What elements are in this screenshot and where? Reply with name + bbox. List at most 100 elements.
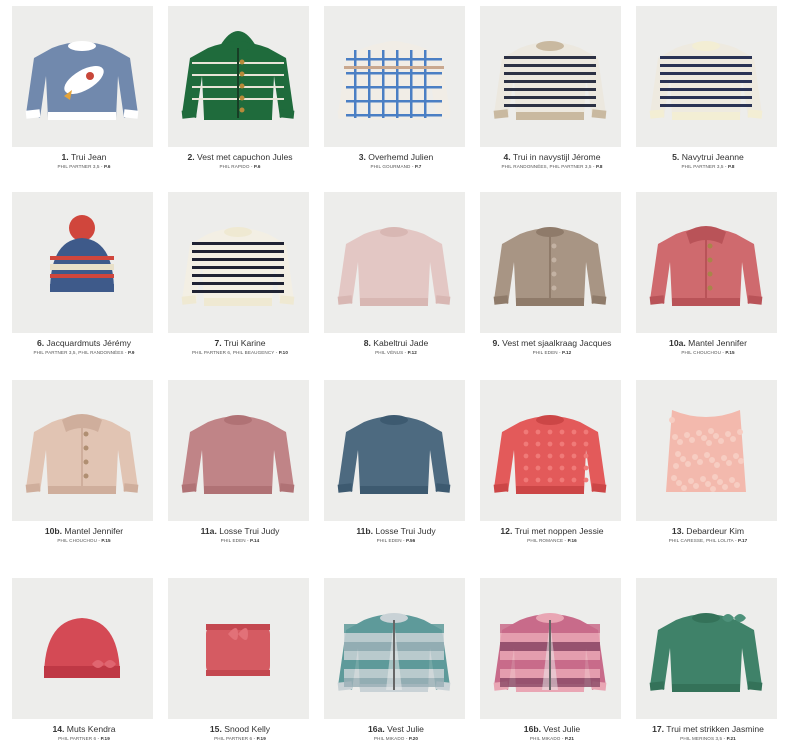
pattern-card[interactable]: 1. Trui Jean PHIL PARTNER 3,5 - P.6	[12, 6, 156, 171]
pattern-yarn: PHIL MERINOS 3,5 - P.21	[680, 736, 736, 741]
pattern-photo[interactable]	[480, 192, 621, 333]
pattern-photo[interactable]	[636, 6, 777, 147]
pattern-card[interactable]: 15. Snood Kelly PHIL PARTNER 6 - P.19	[168, 578, 312, 743]
pattern-card[interactable]: 16b. Vest Julie PHIL MIKADO - P.21	[480, 578, 624, 743]
pattern-title: 13. Debardeur Kim	[636, 526, 780, 537]
pattern-card[interactable]: 10b. Mantel Jennifer PHIL CHOUCHOU - P.15	[12, 380, 156, 545]
pattern-name: Losse Trui Judy	[219, 526, 280, 536]
pattern-number: 11b.	[356, 526, 374, 536]
pattern-card[interactable]: 4. Trui in navystijl Jérome PHIL RANDONNÉ…	[480, 6, 624, 171]
page-ref: P.7	[414, 164, 422, 169]
pattern-title: 9. Vest met sjaalkraag Jacques	[480, 338, 624, 349]
pattern-photo[interactable]	[12, 6, 153, 147]
yarn-name: PHIL MIKADO	[373, 736, 405, 741]
pattern-grid: 1. Trui Jean PHIL PARTNER 3,5 - P.6 2. Ve…	[0, 0, 800, 747]
pattern-photo[interactable]	[636, 380, 777, 521]
pattern-number: 14.	[52, 724, 65, 734]
yarn-name: PHIL VÉNUS	[375, 350, 404, 355]
pattern-number: 17.	[652, 724, 665, 734]
pattern-number: 8.	[363, 338, 371, 348]
pattern-number: 10b.	[44, 526, 63, 536]
page-ref: P.8	[727, 164, 735, 169]
yarn-name: PHIL PARTNER 6, PHIL BEAUGENCY	[192, 350, 275, 355]
pattern-card[interactable]: 6. Jacquardmuts Jérémy PHIL PARTNER 3,5, …	[12, 192, 156, 357]
pattern-yarn: PHIL PARTNER 3,5, PHIL RANDONNÉES - P.9	[33, 350, 135, 355]
pattern-number: 11a.	[200, 526, 217, 536]
pattern-name: Trui met noppen Jessie	[514, 526, 604, 536]
pattern-photo[interactable]	[168, 192, 309, 333]
pattern-title: 5. Navytrui Jeanne	[636, 152, 780, 163]
yarn-name: PHIL RAPIDO	[219, 164, 250, 169]
pattern-photo[interactable]	[324, 192, 465, 333]
pattern-number: 12.	[500, 526, 513, 536]
pattern-title: 7. Trui Karine	[168, 338, 312, 349]
pattern-card[interactable]: 7. Trui Karine PHIL PARTNER 6, PHIL BEAUG…	[168, 192, 312, 357]
pattern-photo[interactable]	[480, 578, 621, 719]
yarn-name: PHIL RANDONNÉES, PHIL PARTNER 3,5	[501, 164, 592, 169]
yarn-name: PHIL CARESSE, PHIL LOLITA	[668, 538, 734, 543]
pattern-photo[interactable]	[324, 380, 465, 521]
pattern-name: Trui Karine	[223, 338, 266, 348]
pattern-number: 6.	[36, 338, 45, 348]
pattern-photo[interactable]	[324, 6, 465, 147]
pattern-title: 10b. Mantel Jennifer	[12, 526, 156, 537]
pattern-number: 9.	[492, 338, 500, 348]
pattern-title: 10a. Mantel Jennifer	[636, 338, 780, 349]
yarn-name: PHIL GOURMAND	[370, 164, 411, 169]
pattern-card[interactable]: 13. Debardeur Kim PHIL CARESSE, PHIL LOLI…	[636, 380, 780, 545]
pattern-photo[interactable]	[12, 578, 153, 719]
yarn-name: PHIL PARTNER 6	[214, 736, 253, 741]
pattern-card[interactable]: 10a. Mantel Jennifer PHIL CHOUCHOU - P.15	[636, 192, 780, 357]
pattern-photo[interactable]	[168, 6, 309, 147]
page-ref: P.6	[103, 164, 111, 169]
pattern-card[interactable]: 16a. Vest Julie PHIL MIKADO - P.20	[324, 578, 468, 743]
page-ref: P.12	[407, 350, 417, 355]
pattern-photo[interactable]	[324, 578, 465, 719]
yarn-name: PHIL PARTNER 3,5	[57, 164, 100, 169]
pattern-number: 5.	[672, 152, 680, 162]
pattern-photo[interactable]	[480, 380, 621, 521]
pattern-title: 4. Trui in navystijl Jérome	[480, 152, 624, 163]
pattern-yarn: PHIL PARTNER 6 - P.19	[214, 736, 266, 741]
pattern-card[interactable]: 8. Kabeltrui Jade PHIL VÉNUS - P.12	[324, 192, 468, 357]
pattern-photo[interactable]	[636, 192, 777, 333]
pattern-photo[interactable]	[168, 578, 309, 719]
pattern-card[interactable]: 14. Muts Kendra PHIL PARTNER 6 - P.19	[12, 578, 156, 743]
pattern-card[interactable]: 17. Trui met strikken Jasmine PHIL MERINO…	[636, 578, 780, 743]
pattern-title: 11b. Losse Trui Judy	[324, 526, 468, 537]
pattern-number: 3.	[358, 152, 366, 162]
pattern-yarn: PHIL CHOUCHOU - P.15	[681, 350, 735, 355]
pattern-title: 14. Muts Kendra	[12, 724, 156, 735]
pattern-card[interactable]: 12. Trui met noppen Jessie PHIL ROMANCE -…	[480, 380, 624, 545]
pattern-card[interactable]: 9. Vest met sjaalkraag Jacques PHIL EDEN …	[480, 192, 624, 357]
page-ref: P.6	[253, 164, 261, 169]
pattern-name: Vest Julie	[387, 724, 424, 734]
pattern-yarn: PHIL GOURMAND - P.7	[370, 164, 422, 169]
pattern-card[interactable]: 3. Overhemd Julien PHIL GOURMAND - P.7	[324, 6, 468, 171]
pattern-yarn: PHIL PARTNER 6 - P.19	[58, 736, 110, 741]
pattern-card[interactable]: 5. Navytrui Jeanne PHIL PARTNER 3,5 - P.8	[636, 6, 780, 171]
pattern-photo[interactable]	[636, 578, 777, 719]
pattern-photo[interactable]	[168, 380, 309, 521]
yarn-name: PHIL MIKADO	[529, 736, 561, 741]
pattern-card[interactable]: 11a. Losse Trui Judy PHIL EDEN - P.14	[168, 380, 312, 545]
pattern-photo[interactable]	[12, 192, 153, 333]
yarn-name: PHIL CHOUCHOU	[681, 350, 721, 355]
yarn-name: PHIL EDEN	[220, 538, 246, 543]
pattern-name: Losse Trui Judy	[375, 526, 436, 536]
pattern-name: Vest met capuchon Jules	[197, 152, 293, 162]
pattern-number: 16a.	[368, 724, 385, 734]
yarn-name: PHIL MERINOS 3,5	[680, 736, 723, 741]
pattern-title: 16a. Vest Julie	[324, 724, 468, 735]
pattern-photo[interactable]	[480, 6, 621, 147]
pattern-card[interactable]: 11b. Losse Trui Judy PHIL EDEN - P.56	[324, 380, 468, 545]
pattern-photo[interactable]	[12, 380, 153, 521]
pattern-title: 2. Vest met capuchon Jules	[168, 152, 312, 163]
pattern-card[interactable]: 2. Vest met capuchon Jules PHIL RAPIDO - …	[168, 6, 312, 171]
pattern-title: 15. Snood Kelly	[168, 724, 312, 735]
pattern-yarn: PHIL VÉNUS - P.12	[375, 350, 417, 355]
page-ref: P.19	[256, 736, 266, 741]
pattern-number: 16b.	[523, 724, 541, 734]
yarn-name: PHIL CHOUCHOU	[57, 538, 97, 543]
pattern-name: Kabeltrui Jade	[373, 338, 429, 348]
